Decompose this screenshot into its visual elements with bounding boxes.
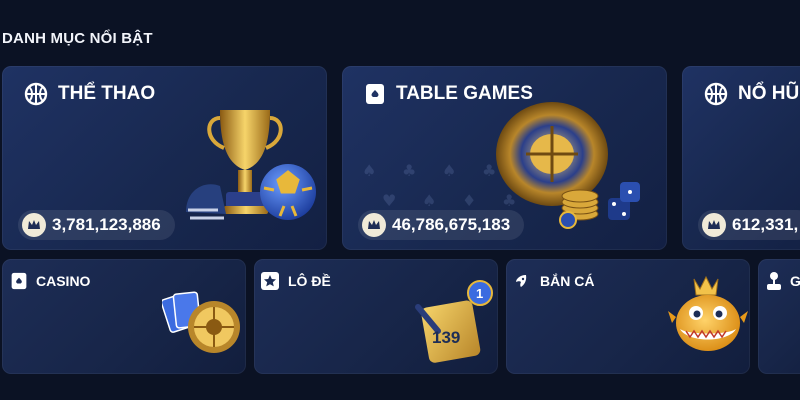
category-card-lottery[interactable]: LÔ ĐỀ 1 139 (254, 259, 498, 374)
category-card-table-games[interactable]: ♠ ♣ ♠ ♣ ♥ ♠ ♦ ♣ TABLE GAMES 46,786,675,183 (342, 66, 667, 250)
section-title: DANH MỤC NỔI BẬT (2, 30, 153, 47)
crown-icon (22, 213, 46, 237)
svg-text:♠: ♠ (362, 161, 376, 180)
jackpot-counter: 3,781,123,886 (18, 210, 175, 240)
category-card-games[interactable]: G (758, 259, 800, 374)
card-title: CASINO (10, 271, 90, 291)
basketball-icon (24, 82, 48, 106)
lottery-ticket-illustration: 1 139 (415, 280, 493, 363)
svg-text:♥: ♥ (382, 191, 396, 210)
card-title: NỔ HŨ (704, 82, 799, 106)
fish-icon (512, 271, 532, 291)
svg-text:1: 1 (476, 286, 483, 301)
playing-card-icon (10, 271, 28, 291)
category-card-sports[interactable]: THỂ THAO 3,781,123,886 (2, 66, 327, 250)
jackpot-counter: 46,786,675,183 (358, 210, 525, 240)
trophy-ball-helmet-illustration (186, 110, 316, 220)
card-title: G (766, 271, 800, 291)
lottery-number: 139 (432, 328, 460, 347)
star-card-icon (260, 271, 280, 291)
crown-icon (362, 213, 386, 237)
card-label: CASINO (36, 273, 91, 289)
card-title: THỂ THAO (24, 82, 155, 106)
playing-card-icon (364, 82, 386, 106)
card-label: BẮN CÁ (540, 273, 595, 289)
cards-roulette-illustration (162, 291, 240, 353)
jackpot-value: 3,781,123,886 (52, 215, 161, 234)
golden-shark-illustration (668, 275, 748, 351)
svg-text:♠: ♠ (442, 161, 456, 180)
card-title: LÔ ĐỀ (260, 271, 331, 291)
category-card-fishing[interactable]: BẮN CÁ (506, 259, 750, 374)
category-card-casino[interactable]: CASINO (2, 259, 246, 374)
basketball-icon (704, 82, 728, 106)
joystick-icon (766, 271, 782, 291)
crown-icon (702, 213, 726, 237)
jackpot-value: 46,786,675,183 (392, 215, 511, 234)
jackpot-counter: 612,331, (698, 210, 800, 240)
card-label: LÔ ĐỀ (288, 273, 331, 289)
svg-text:♦: ♦ (462, 191, 476, 210)
card-label: THỂ THAO (58, 83, 156, 104)
svg-text:♠: ♠ (422, 191, 436, 210)
card-title: BẮN CÁ (512, 271, 594, 291)
svg-text:♣: ♣ (402, 161, 416, 180)
category-card-slots[interactable]: NỔ HŨ 612,331, (682, 66, 800, 250)
jackpot-value: 612,331, (732, 215, 799, 234)
card-label: G (790, 273, 800, 289)
card-label: NỔ HŨ (738, 83, 800, 104)
